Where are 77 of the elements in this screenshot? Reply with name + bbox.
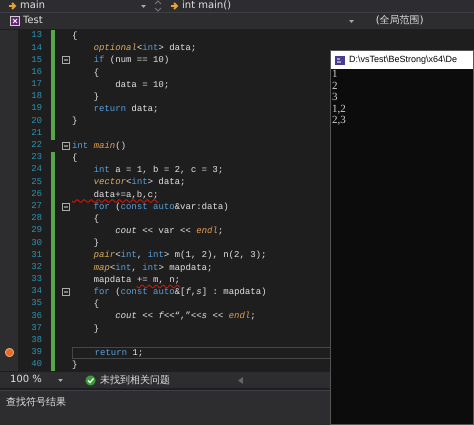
code-line: mapdata += m, n; [92, 274, 180, 286]
line-number: 16 [30, 66, 43, 79]
scroll-arrows-icon [154, 0, 162, 12]
console-output-line: 2,3 [331, 115, 347, 126]
arrow-icon [170, 1, 179, 11]
console-title: D:\vsTest\BeStrong\x64\De [349, 53, 458, 66]
line-number: 39 [30, 346, 43, 360]
console-output-line: 2 [331, 80, 338, 92]
line-number: 21 [30, 126, 43, 140]
line-number: 19 [30, 102, 43, 116]
code-line: int a = 1, b = 2, c = 3; [92, 164, 224, 176]
code-line: { [92, 298, 100, 310]
console-icon [335, 56, 345, 64]
line-number: 20 [30, 114, 43, 128]
code-line: { [72, 152, 78, 164]
line-number: 29 [30, 224, 43, 238]
code-line: vector<int> data; [92, 176, 186, 188]
arrow-icon [8, 1, 17, 11]
code-line: for (const auto&var:data) [92, 200, 229, 213]
code-line: } [92, 237, 100, 250]
line-number: 23 [30, 151, 43, 164]
code-line: for (const auto&[f,s] : mapdata) [92, 286, 266, 298]
code-line: data+=a,b,c; [92, 188, 158, 201]
zoom-dropdown[interactable]: 100 % [6, 375, 67, 385]
console-output-line: 1,2 [331, 104, 347, 115]
code-line: cout << var << endl; [114, 225, 224, 238]
code-line: { [92, 212, 100, 225]
line-number: 33 [30, 273, 43, 286]
check-icon [84, 374, 96, 386]
line-number: 17 [30, 78, 43, 92]
line-number: 15 [30, 54, 43, 67]
code-line: data = 10; [114, 78, 170, 91]
caret-icon [348, 20, 354, 22]
line-number: 18 [30, 90, 43, 104]
line-number: 14 [30, 42, 43, 55]
line-number: 32 [30, 260, 43, 274]
panel-title: 查找符号结果 [6, 396, 67, 410]
code-line: } [72, 115, 78, 128]
line-number: 22 [30, 139, 43, 152]
code-line: { [72, 30, 78, 42]
scroll-left-icon [238, 376, 243, 384]
code-line: return 1; [94, 346, 144, 359]
code-line: cout << f<<“,”<<s << endl; [114, 310, 256, 322]
caret-icon [58, 378, 63, 382]
code-line: } [92, 91, 100, 104]
code-line: if (num == 10) [92, 54, 170, 66]
project-icon [10, 16, 20, 26]
scope-dropdown[interactable]: main [4, 1, 150, 11]
line-number: 37 [30, 322, 43, 335]
caret-icon [141, 4, 146, 8]
line-number: 38 [30, 334, 43, 348]
issues-status: 未找到相关问题 [100, 374, 170, 388]
line-number: 25 [30, 176, 43, 189]
line-number: 40 [30, 358, 43, 372]
code-line: pair<int, int> m(1, 2), n(2, 3); [92, 249, 266, 262]
line-number: 28 [30, 212, 43, 226]
line-number: 31 [30, 248, 43, 262]
console-output-line: 1 [331, 69, 338, 80]
line-number: 24 [30, 163, 43, 176]
line-number: 13 [30, 29, 43, 42]
line-number: 36 [30, 310, 43, 323]
line-number: 30 [30, 236, 43, 250]
member-dropdown[interactable]: int main() [166, 1, 236, 11]
code-line: } [92, 322, 100, 335]
line-number: 26 [30, 188, 43, 201]
line-number: 34 [30, 285, 43, 298]
code-line: } [72, 359, 78, 372]
code-line: optional<int> data; [92, 42, 196, 54]
code-line: int main() [72, 140, 126, 152]
line-number: 35 [30, 297, 43, 310]
project-dropdown[interactable]: Test [6, 16, 358, 26]
console-output-line: 3 [331, 92, 338, 104]
line-number: 27 [30, 200, 43, 213]
code-line: { [92, 66, 100, 79]
code-line: map<int, int> mapdata; [92, 262, 212, 274]
scope-range-dropdown[interactable]: (全局范围) [372, 16, 428, 26]
code-line: return data; [92, 103, 158, 116]
